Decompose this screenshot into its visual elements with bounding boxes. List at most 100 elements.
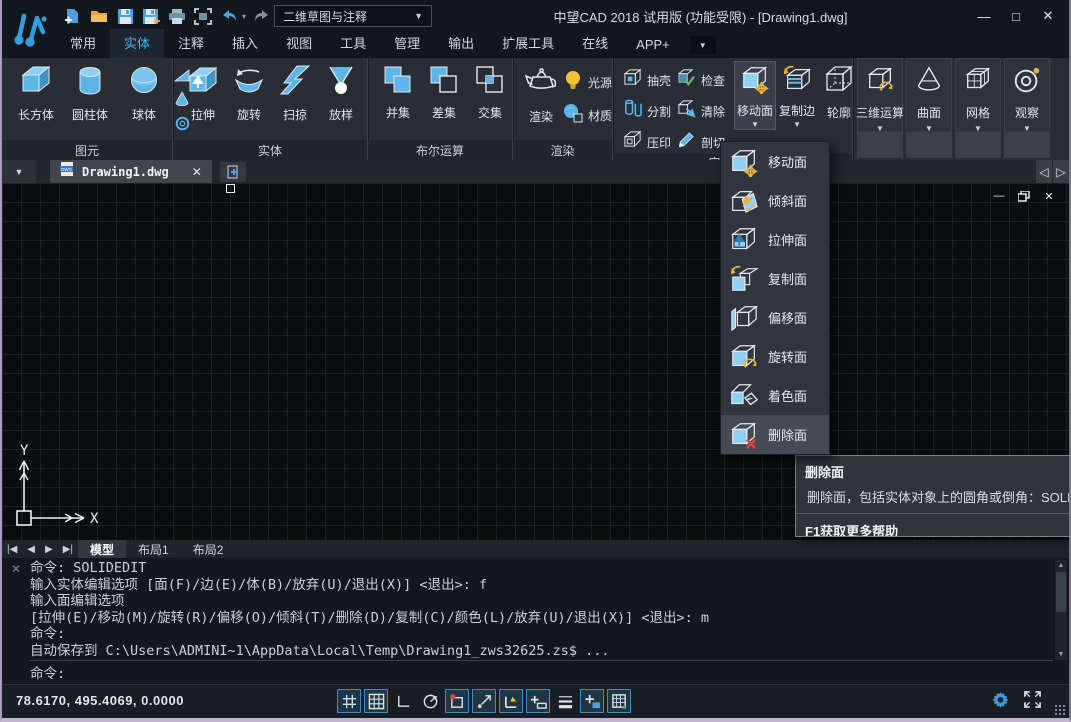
fullscreen-icon[interactable]	[1024, 691, 1041, 713]
polar-toggle[interactable]	[418, 689, 442, 713]
plot-preview-icon[interactable]	[192, 5, 214, 27]
menu-item-移动面[interactable]: 移动面	[721, 142, 829, 181]
redo-icon[interactable]	[251, 5, 273, 27]
last-layout-button[interactable]: ▶|	[58, 544, 78, 555]
esnap-toggle[interactable]	[445, 689, 469, 713]
annotation-monitor-toggle[interactable]	[607, 689, 631, 713]
检查-button[interactable]: 检查	[677, 68, 725, 92]
menu-item-偏移面[interactable]: 偏移面	[721, 298, 829, 337]
tab-scroll-left-button[interactable]: ◁	[1035, 160, 1052, 183]
ribbon-display-toggle[interactable]: ▼	[690, 36, 716, 54]
workspace-select[interactable]: 二维草图与注释 ▼	[274, 5, 432, 27]
layout-tab-布局1[interactable]: 布局1	[126, 540, 181, 559]
menu-item-复制面[interactable]: 复制面	[721, 259, 829, 298]
next-layout-button[interactable]: ▶	[40, 544, 58, 555]
移动面-button[interactable]: 移动面▼	[735, 62, 775, 129]
command-history[interactable]: 命令: SOLIDEDIT 输入实体编辑选项 [面(F)/边(E)/体(B)/放…	[30, 560, 1053, 658]
圆柱体-button[interactable]: 圆柱体	[64, 62, 116, 123]
document-tab[interactable]: DWG Drawing1.dwg ✕	[50, 160, 212, 183]
tab-scroll-right-button[interactable]: ▷	[1052, 160, 1069, 183]
new-file-icon[interactable]	[62, 5, 84, 27]
menu-item-拉伸面[interactable]: 拉伸面	[721, 220, 829, 259]
长方体-button[interactable]: 长方体	[10, 62, 62, 123]
dyn-input-toggle[interactable]	[526, 689, 550, 713]
prev-layout-button[interactable]: ◀	[22, 544, 40, 555]
layout-tab-布局2[interactable]: 布局2	[181, 540, 236, 559]
snap-toggle[interactable]	[337, 689, 361, 713]
ribbon-tab-在线[interactable]: 在线	[568, 29, 622, 58]
save-as-icon[interactable]	[140, 5, 162, 27]
zwcad-logo[interactable]	[2, 0, 56, 58]
放样-button[interactable]: 放样	[319, 62, 363, 123]
ribbon-tab-工具[interactable]: 工具	[326, 29, 380, 58]
曲面-panel-button[interactable]: 曲面▼	[906, 58, 952, 158]
open-folder-icon[interactable]	[88, 5, 110, 27]
lineweight-toggle[interactable]	[553, 689, 577, 713]
scroll-down-icon[interactable]: ▼	[1055, 649, 1067, 660]
resize-grip[interactable]	[1054, 704, 1066, 716]
ribbon-tab-管理[interactable]: 管理	[380, 29, 434, 58]
doc-close-button[interactable]: ✕	[1041, 189, 1057, 203]
复制边-button[interactable]: 复制边▼	[777, 62, 817, 129]
轮廓-button[interactable]: 轮廓	[819, 62, 859, 129]
ribbon-tab-注释[interactable]: 注释	[164, 29, 218, 58]
dyn-ucs-toggle[interactable]	[499, 689, 523, 713]
ribbon-tab-APP+[interactable]: APP+	[622, 33, 684, 58]
copy-edge-icon	[782, 64, 812, 99]
清除-button[interactable]: 清除	[677, 99, 725, 123]
menu-item-旋转面[interactable]: 旋转面	[721, 337, 829, 376]
chevron-down-icon[interactable]: ▼	[793, 120, 801, 129]
menu-item-着色面[interactable]: 着色面	[721, 376, 829, 415]
close-icon[interactable]: ✕	[192, 165, 202, 179]
材质-button[interactable]: 材质	[563, 103, 612, 128]
chevron-down-icon[interactable]: ▼	[751, 120, 759, 129]
ribbon-tab-常用[interactable]: 常用	[56, 29, 110, 58]
save-icon[interactable]	[114, 5, 136, 27]
quick-properties-toggle[interactable]	[580, 689, 604, 713]
三维运算-panel-button[interactable]: 三维运算▼	[857, 58, 903, 158]
close-button[interactable]: ✕	[1037, 6, 1059, 26]
分割-button[interactable]: 分割	[623, 99, 671, 123]
scroll-thumb[interactable]	[1056, 572, 1066, 612]
观察-panel-button[interactable]: 观察▼	[1004, 58, 1050, 158]
layout-tab-模型[interactable]: 模型	[78, 540, 126, 559]
ribbon-tab-扩展工具[interactable]: 扩展工具	[488, 29, 568, 58]
并集-button[interactable]: 并集	[376, 62, 420, 121]
旋转-button[interactable]: 旋转	[227, 62, 271, 123]
doc-restore-button[interactable]	[1016, 189, 1032, 203]
new-tab-button[interactable]	[220, 162, 246, 182]
doc-minimize-button[interactable]: —	[991, 189, 1007, 203]
拉伸-button[interactable]: 拉伸	[181, 62, 225, 123]
command-scrollbar[interactable]: ▲ ▼	[1055, 560, 1067, 660]
settings-gear-icon[interactable]	[991, 690, 1010, 714]
scroll-up-icon[interactable]: ▲	[1055, 560, 1067, 571]
压印-button[interactable]: 压印	[623, 130, 671, 154]
doc-tab-menu-button[interactable]: ▼	[2, 160, 36, 183]
渲染-button[interactable]: 渲染	[519, 62, 563, 125]
first-layout-button[interactable]: |◀	[2, 544, 22, 555]
球体-button[interactable]: 球体	[118, 62, 170, 123]
chevron-down-icon[interactable]: ▾	[242, 12, 246, 21]
otrack-toggle[interactable]	[472, 689, 496, 713]
ortho-toggle[interactable]	[391, 689, 415, 713]
ribbon-tab-视图[interactable]: 视图	[272, 29, 326, 58]
command-input[interactable]: 命令:	[30, 660, 1053, 682]
剖切-button[interactable]: 剖切	[677, 130, 725, 154]
抽壳-button[interactable]: 抽壳	[623, 68, 671, 92]
menu-item-删除面[interactable]: 删除面	[721, 415, 829, 454]
ribbon-tab-输出[interactable]: 输出	[434, 29, 488, 58]
光源-button[interactable]: 光源	[563, 70, 612, 95]
menu-item-倾斜面[interactable]: 倾斜面	[721, 181, 829, 220]
差集-button[interactable]: 差集	[422, 62, 466, 121]
grid-toggle[interactable]	[364, 689, 388, 713]
扫掠-button[interactable]: 扫掠	[273, 62, 317, 123]
ribbon-tab-插入[interactable]: 插入	[218, 29, 272, 58]
print-icon[interactable]	[166, 5, 188, 27]
minimize-button[interactable]: —	[973, 6, 995, 26]
交集-button[interactable]: 交集	[468, 62, 512, 121]
close-icon[interactable]: ✕	[11, 562, 21, 576]
ribbon-tab-实体[interactable]: 实体	[110, 29, 164, 58]
undo-icon[interactable]	[218, 5, 240, 27]
maximize-button[interactable]: □	[1005, 6, 1027, 26]
网格-panel-button[interactable]: 网格▼	[955, 58, 1001, 158]
